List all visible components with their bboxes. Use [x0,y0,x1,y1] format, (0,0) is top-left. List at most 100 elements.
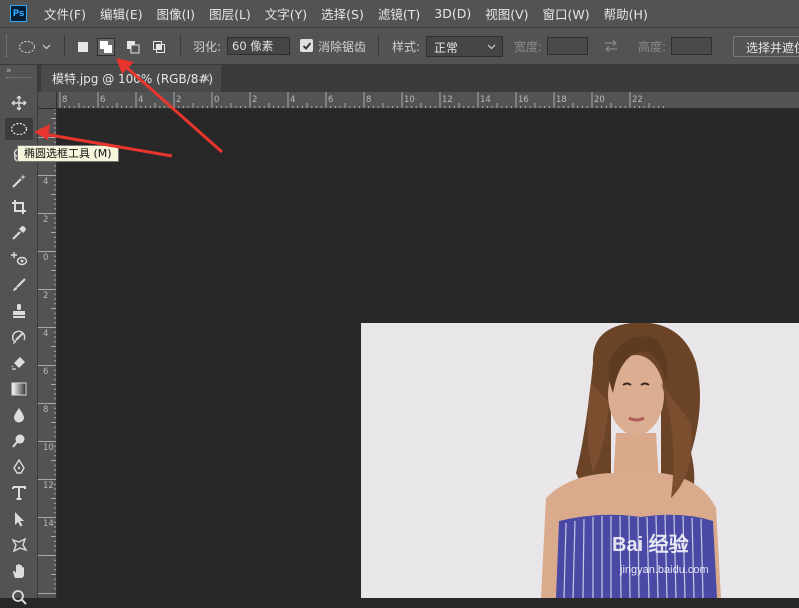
menu-select[interactable]: 选择(S) [321,4,364,23]
crop-tool[interactable] [5,196,33,218]
document-tab-bar: 模特.jpg @ 100% (RGB/8#) × [38,65,799,92]
tool-preset-picker[interactable] [18,37,58,57]
spot-healing-tool[interactable] [5,248,33,270]
history-brush-icon [11,330,26,344]
ruler-label: 12 [442,95,453,105]
width-input[interactable] [547,37,588,55]
ruler-label: 4 [138,95,143,105]
menu-filter[interactable]: 滤镜(T) [378,4,420,23]
ruler-label: 0 [43,253,48,263]
menu-window[interactable]: 窗口(W) [543,4,590,23]
intersect-selection-button[interactable] [150,38,168,56]
subtract-selection-icon [127,41,140,54]
custom-shape-tool[interactable] [5,534,33,556]
dodge-tool[interactable] [5,430,33,452]
ruler-origin[interactable] [38,92,57,109]
ruler-label: 8 [366,95,371,105]
width-label: 宽度: [514,40,543,54]
antialias-checkbox[interactable] [300,39,313,52]
feather-input[interactable]: 60 像素 [227,37,290,55]
menu-image[interactable]: 图像(I) [157,4,195,23]
history-brush-tool[interactable] [5,326,33,348]
chevron-down-icon [487,44,496,50]
ruler-label: 4 [43,329,48,339]
ruler-label: 16 [518,95,529,105]
new-selection-button[interactable] [74,38,92,56]
elliptical-marquee-tool[interactable] [5,118,33,140]
move-tool[interactable] [5,92,33,114]
menu-file[interactable]: 文件(F) [44,4,86,23]
feather-label: 羽化: [193,40,222,54]
blur-tool[interactable] [5,404,33,426]
magic-wand-icon [12,174,26,188]
antialias-label: 消除锯齿 [318,40,367,54]
tool-tooltip: 椭圆选框工具 (M) [17,145,119,162]
dodge-icon [12,434,25,448]
horizontal-ruler[interactable]: 8 6 4 2 0 2 4 6 8 10 12 14 16 18 20 22 [57,92,799,109]
chevron-down-icon [42,44,51,50]
zoom-icon [12,590,27,605]
style-dropdown[interactable]: 正常 [426,36,503,57]
water-drop-icon [14,408,24,423]
vertical-ruler[interactable]: 4 2 0 2 4 6 8 10 12 14 [38,109,57,598]
options-grip [6,35,10,57]
ruler-label: 8 [62,95,67,105]
ruler-label: 0 [214,95,219,105]
ruler-label: 8 [43,405,48,415]
crop-icon [12,200,26,214]
eyedropper-icon [12,226,26,240]
close-icon[interactable]: × [201,71,211,85]
menu-help[interactable]: 帮助(H) [604,4,648,23]
hand-tool[interactable] [5,560,33,582]
tab-document[interactable]: 模特.jpg @ 100% (RGB/8#) × [41,65,221,92]
zoom-tool[interactable] [5,586,33,608]
menu-type[interactable]: 文字(Y) [265,4,307,23]
shape-icon [11,537,28,553]
brush-tool[interactable] [5,274,33,296]
ruler-label: 2 [176,95,181,105]
collapse-panel-icon[interactable]: » [6,66,12,76]
ruler-label: 10 [43,443,54,453]
eyedropper-tool[interactable] [5,222,33,244]
ruler-label: 2 [43,291,48,301]
menu-edit[interactable]: 编辑(E) [100,4,143,23]
intersect-selection-icon [153,41,165,53]
ruler-label: 10 [404,95,415,105]
magic-wand-tool[interactable] [5,170,33,192]
clone-stamp-tool[interactable] [5,300,33,322]
menu-layer[interactable]: 图层(L) [209,4,251,23]
pen-icon [13,459,25,474]
menu-view[interactable]: 视图(V) [485,4,528,23]
ruler-label: 14 [480,95,491,105]
divider [180,35,181,57]
document-image[interactable] [361,323,799,598]
brush-icon [13,278,26,291]
healing-brush-icon [11,252,28,266]
stamp-icon [13,304,25,318]
ruler-label: 20 [594,95,605,105]
baidu-watermark: Bai 经验 [612,534,689,556]
ruler-label: 2 [252,95,257,105]
ellipse-icon [19,41,35,53]
add-to-selection-button[interactable] [97,38,115,56]
select-and-mask-button[interactable]: 选择并遮住... [733,36,799,57]
eraser-tool[interactable] [5,352,33,374]
pen-tool[interactable] [5,456,33,478]
height-label: 高度: [638,40,667,54]
swap-dimensions-icon[interactable] [603,40,619,52]
watermark-url: jingyan.baidu.com [620,564,709,576]
document-tab-title: 模特.jpg @ 100% (RGB/8#) [52,72,214,86]
menu-3d[interactable]: 3D(D) [434,6,471,21]
divider [64,35,65,57]
eraser-icon [11,357,25,370]
ruler-label: 2 [43,215,48,225]
divider [378,35,379,57]
subtract-from-selection-button[interactable] [124,38,142,56]
height-input[interactable] [671,37,712,55]
path-selection-tool[interactable] [5,508,33,530]
ruler-label: 22 [632,95,643,105]
ruler-label: 12 [43,481,54,491]
gradient-tool[interactable] [5,378,33,400]
type-tool[interactable] [5,482,33,504]
style-value: 正常 [434,41,459,55]
